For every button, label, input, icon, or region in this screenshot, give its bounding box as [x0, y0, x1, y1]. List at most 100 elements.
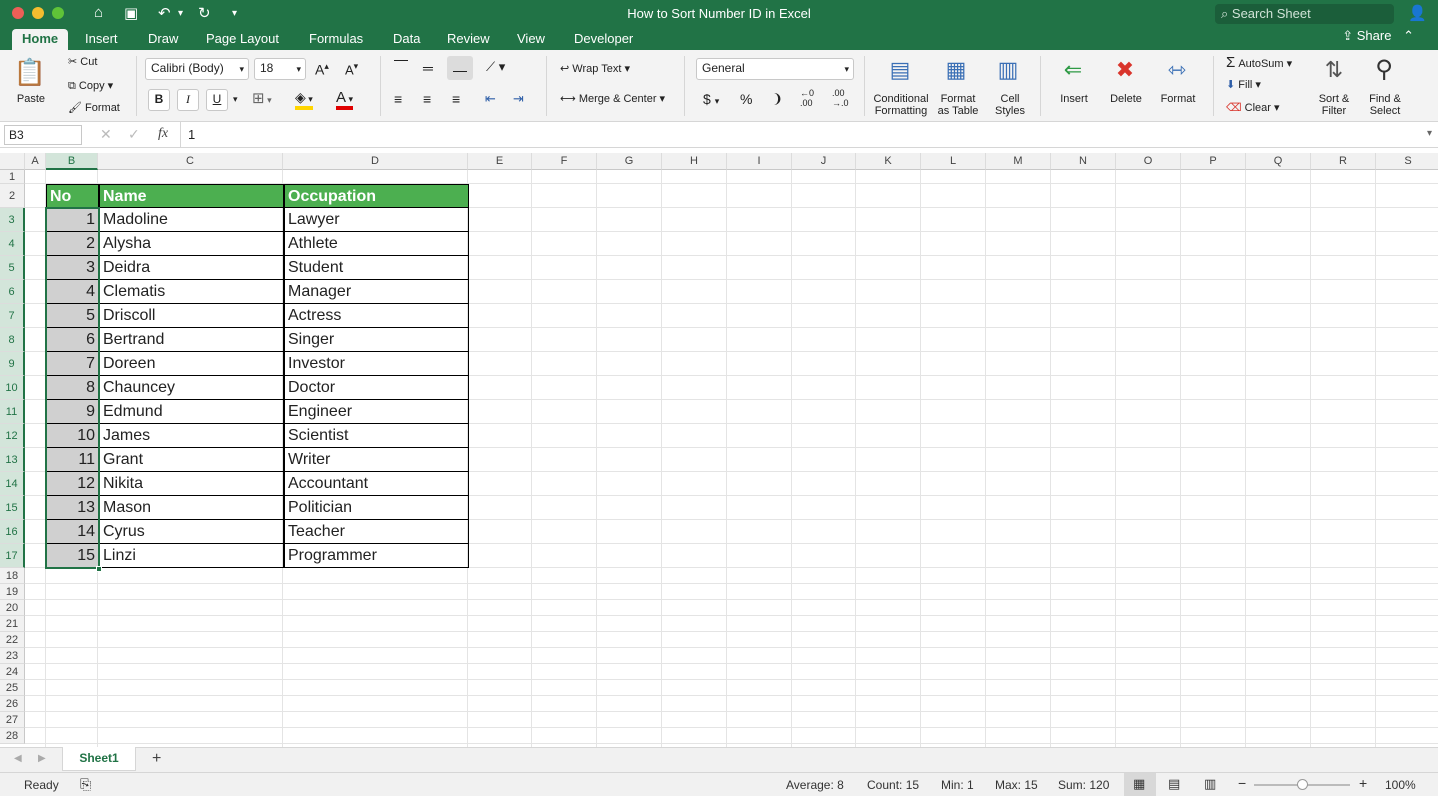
cut-button[interactable]: ✂ Cut — [68, 55, 97, 68]
cell-occupation[interactable]: Programmer — [284, 544, 469, 568]
cell-name[interactable]: Edmund — [99, 400, 284, 424]
table-header-cell[interactable]: No — [46, 184, 99, 208]
expand-formula-icon[interactable]: ▾ — [1427, 128, 1432, 139]
copy-button[interactable]: ⧉ Copy ▾ — [68, 79, 113, 93]
conditional-formatting-button[interactable]: ConditionalFormatting — [870, 93, 932, 117]
find-select-button[interactable]: Find &Select — [1363, 93, 1407, 117]
sort-filter-icon[interactable]: ⇅ — [1314, 56, 1354, 88]
row-header-22[interactable]: 22 — [0, 632, 25, 648]
row-header-25[interactable]: 25 — [0, 680, 25, 696]
row-header-15[interactable]: 15 — [0, 496, 25, 520]
row-header-16[interactable]: 16 — [0, 520, 25, 544]
underline-button[interactable]: U — [206, 89, 228, 111]
autosum-button[interactable]: Σ AutoSum ▾ — [1226, 54, 1292, 71]
insert-cells-button[interactable]: Insert — [1052, 93, 1096, 105]
normal-view-button[interactable]: ▦ — [1124, 773, 1156, 796]
zoom-slider-handle[interactable] — [1297, 779, 1308, 790]
column-header-d[interactable]: D — [283, 153, 468, 170]
row-header-5[interactable]: 5 — [0, 256, 25, 280]
align-middle-icon[interactable]: ═ — [423, 60, 433, 76]
account-icon[interactable]: 👤 — [1408, 4, 1427, 22]
cell-occupation[interactable]: Scientist — [284, 424, 469, 448]
cell-occupation[interactable]: Student — [284, 256, 469, 280]
delete-cells-icon[interactable]: ✖ — [1105, 56, 1145, 88]
delete-cells-button[interactable]: Delete — [1104, 93, 1148, 105]
cell-no[interactable]: 6 — [46, 328, 99, 352]
cell-no[interactable]: 3 — [46, 256, 99, 280]
row-header-21[interactable]: 21 — [0, 616, 25, 632]
cancel-icon[interactable]: ✕ — [100, 126, 112, 143]
wrap-text-button[interactable]: ↩ Wrap Text ▾ — [560, 62, 630, 75]
sheet-tab[interactable]: Sheet1 — [62, 747, 136, 771]
align-left-icon[interactable]: ≡ — [394, 91, 402, 107]
cell-name[interactable]: Driscoll — [99, 304, 284, 328]
tab-formulas[interactable]: Formulas — [309, 29, 363, 50]
conditional-formatting-icon[interactable]: ▤ — [880, 56, 920, 88]
cell-no[interactable]: 2 — [46, 232, 99, 256]
cell-no[interactable]: 12 — [46, 472, 99, 496]
cell-occupation[interactable]: Accountant — [284, 472, 469, 496]
row-header-6[interactable]: 6 — [0, 280, 25, 304]
cell-name[interactable]: Madoline — [99, 208, 284, 232]
decrease-indent-icon[interactable]: ⇤ — [485, 91, 496, 107]
row-header-18[interactable]: 18 — [0, 568, 25, 584]
macro-recording-icon[interactable]: ⎘ — [80, 776, 91, 793]
row-header-24[interactable]: 24 — [0, 664, 25, 680]
row-header-2[interactable]: 2 — [0, 184, 25, 208]
tab-developer[interactable]: Developer — [574, 29, 633, 50]
column-header-b[interactable]: B — [46, 153, 98, 170]
row-header-28[interactable]: 28 — [0, 728, 25, 744]
cell-occupation[interactable]: Politician — [284, 496, 469, 520]
row-header-1[interactable]: 1 — [0, 170, 25, 184]
borders-icon[interactable]: ⊞ ▾ — [252, 89, 272, 107]
column-header-g[interactable]: G — [597, 153, 662, 170]
cell-name[interactable]: Clematis — [99, 280, 284, 304]
increase-decimal-icon[interactable]: ←0.00 — [800, 88, 814, 108]
increase-indent-icon[interactable]: ⇥ — [513, 91, 524, 107]
fill-button[interactable]: ⬇ Fill ▾ — [1226, 78, 1261, 91]
column-header-p[interactable]: P — [1181, 153, 1246, 170]
fill-handle[interactable] — [96, 566, 102, 572]
row-header-3[interactable]: 3 — [0, 208, 25, 232]
cell-occupation[interactable]: Manager — [284, 280, 469, 304]
cell-occupation[interactable]: Teacher — [284, 520, 469, 544]
row-header-12[interactable]: 12 — [0, 424, 25, 448]
cell-no[interactable]: 14 — [46, 520, 99, 544]
cell-name[interactable]: Alysha — [99, 232, 284, 256]
align-top-icon[interactable]: ⎺ — [394, 58, 408, 75]
table-header-cell[interactable]: Occupation — [284, 184, 469, 208]
orientation-icon[interactable]: ⟋ ▾ — [486, 59, 505, 75]
column-header-i[interactable]: I — [727, 153, 792, 170]
magnifier-icon[interactable]: ⚲ — [1364, 54, 1404, 86]
row-header-9[interactable]: 9 — [0, 352, 25, 376]
cell-no[interactable]: 4 — [46, 280, 99, 304]
align-center-icon[interactable]: ≡ — [423, 91, 431, 107]
cell-name[interactable]: James — [99, 424, 284, 448]
cell-no[interactable]: 5 — [46, 304, 99, 328]
collapse-ribbon-icon[interactable]: ⌃ — [1403, 28, 1414, 43]
cell-no[interactable]: 9 — [46, 400, 99, 424]
tab-view[interactable]: View — [517, 29, 545, 50]
column-header-c[interactable]: C — [98, 153, 283, 170]
cell-no[interactable]: 10 — [46, 424, 99, 448]
cell-occupation[interactable]: Investor — [284, 352, 469, 376]
cell-occupation[interactable]: Writer — [284, 448, 469, 472]
number-format-dropdown[interactable]: General▾ — [696, 58, 854, 80]
row-header-4[interactable]: 4 — [0, 232, 25, 256]
decrease-font-size-button[interactable]: A▾ — [345, 61, 358, 77]
worksheet-grid[interactable]: ABCDEFGHIJKLMNOPQRS123456789101112131415… — [0, 153, 1438, 747]
cell-occupation[interactable]: Doctor — [284, 376, 469, 400]
enter-icon[interactable]: ✓ — [128, 126, 140, 143]
row-header-10[interactable]: 10 — [0, 376, 25, 400]
italic-button[interactable]: I — [177, 89, 199, 111]
column-header-e[interactable]: E — [468, 153, 532, 170]
cell-occupation[interactable]: Lawyer — [284, 208, 469, 232]
align-right-icon[interactable]: ≡ — [452, 91, 460, 107]
format-as-table-icon[interactable]: ▦ — [936, 56, 976, 88]
row-header-7[interactable]: 7 — [0, 304, 25, 328]
cell-no[interactable]: 15 — [46, 544, 99, 568]
cell-name[interactable]: Chauncey — [99, 376, 284, 400]
select-all-corner[interactable] — [0, 153, 25, 170]
row-header-19[interactable]: 19 — [0, 584, 25, 600]
tab-review[interactable]: Review — [447, 29, 490, 50]
